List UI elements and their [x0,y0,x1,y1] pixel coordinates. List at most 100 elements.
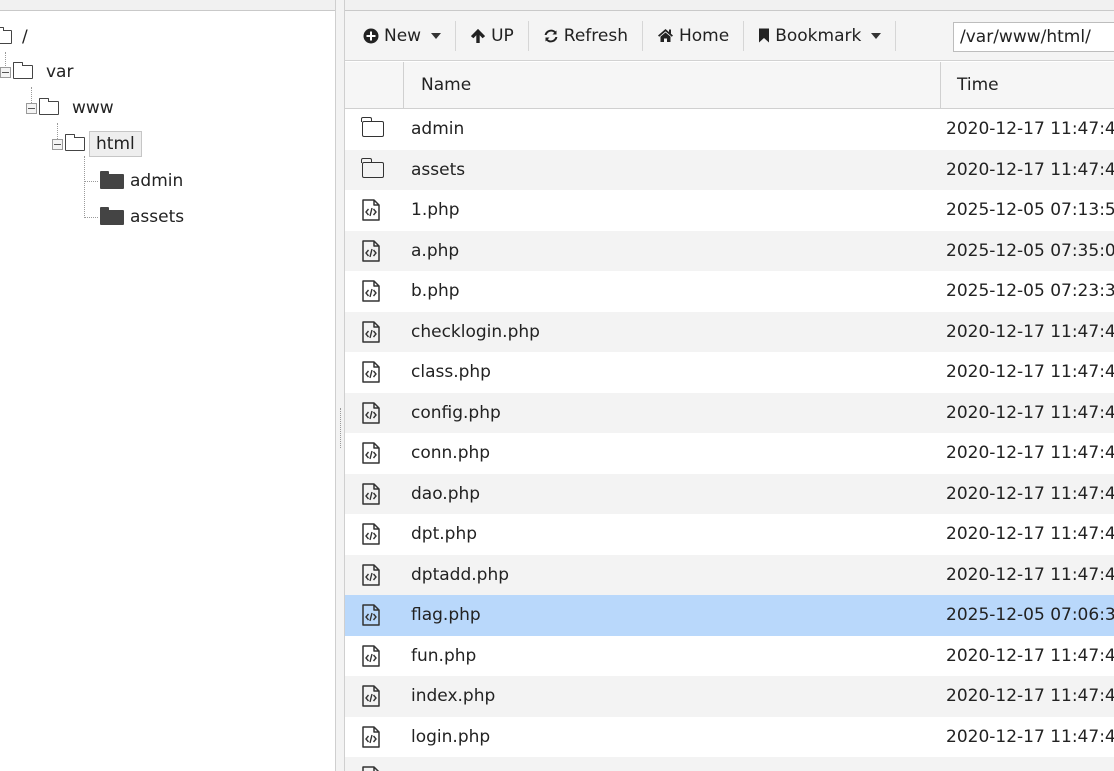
tree-node-label: / [22,27,28,47]
table-row[interactable]: dptadd.php 2020-12-17 11:47:4 [345,554,1114,595]
table-row-selected[interactable]: flag.php 2025-12-05 07:06:3 [345,595,1114,636]
home-button-label: Home [679,25,730,46]
collapse-toggle-icon[interactable] [0,66,11,78]
file-time: 2020-12-17 11:47:4 [946,443,1114,463]
tree-node-label: assets [130,207,185,227]
file-name: dptadd.php [411,564,510,585]
table-row[interactable]: login.php 2020-12-17 11:47:4 [345,717,1114,758]
table-row[interactable]: a.php 2025-12-05 07:35:0 [345,230,1114,271]
file-time: 2020-12-17 11:47:4 [946,726,1114,747]
code-file-icon [362,482,380,510]
table-row[interactable]: config.php 2020-12-17 11:47:4 [345,392,1114,433]
tree-connector [84,217,98,218]
home-button[interactable]: Home [647,17,739,55]
file-name: index.php [411,686,496,706]
file-time: 2020-12-17 11:47:4 [946,321,1114,342]
column-header-name[interactable]: Name [404,62,941,109]
file-name: a.php [411,240,460,261]
tree-node-admin[interactable]: admin [100,168,189,194]
file-time: 2020-12-17 11:47:4 [946,686,1114,706]
file-name: flag.php [411,605,481,625]
file-name: login.php [411,726,491,747]
file-name: admin [411,119,465,139]
file-time: 2020-12-17 11:47:4 [946,483,1114,504]
file-name: b.php [411,281,460,301]
folder-icon [64,134,85,151]
code-file-icon [362,280,380,307]
refresh-button-label: Refresh [563,25,628,46]
code-file-icon [362,239,380,267]
file-time: 2020-12-17 11:47:4 [946,159,1114,180]
refresh-button[interactable]: Refresh [533,17,638,55]
path-input[interactable] [953,22,1114,52]
code-file-icon [362,523,380,550]
code-file-icon [362,442,380,469]
table-row[interactable]: 1.php 2025-12-05 07:13:5 [345,190,1114,231]
tree-node-var[interactable]: var [0,59,79,85]
file-name: 1.php [411,200,460,220]
plus-circle-icon [363,28,379,44]
file-name: dpt.php [411,524,478,544]
file-time: 2025-12-05 07:23:3 [946,281,1114,301]
tree-node-html[interactable]: html [52,131,142,157]
column-header-icon [345,62,404,109]
folder-icon [0,27,12,44]
file-pane-header [345,0,1114,11]
bookmark-button-label: Bookmark [775,25,862,46]
table-row[interactable]: index.php 2020-12-17 11:47:4 [345,676,1114,717]
table-row[interactable]: b.php 2025-12-05 07:23:3 [345,271,1114,312]
new-button-label: New [384,25,422,46]
chevron-down-icon [871,32,882,39]
table-row[interactable]: class.php 2020-12-17 11:47:4 [345,352,1114,393]
tree-node-www[interactable]: www [26,95,120,121]
tree-node-label: www [72,98,114,118]
toolbar-divider [895,20,897,51]
file-name: fun.php [411,645,477,666]
collapse-toggle-icon[interactable] [26,102,37,114]
splitter-grip[interactable] [340,408,341,448]
tree-node-assets[interactable]: assets [100,204,190,230]
table-row[interactable]: dao.php 2020-12-17 11:47:4 [345,473,1114,514]
table-row[interactable]: dpt.php 2020-12-17 11:47:4 [345,514,1114,555]
tree-pane-header [0,0,335,11]
folder-solid-icon [100,170,124,189]
tree-connector [84,181,98,182]
code-file-icon [362,604,380,631]
collapse-toggle-icon[interactable] [52,138,63,150]
arrow-up-icon [470,28,486,44]
table-row[interactable]: checklogin.php 2020-12-17 11:47:4 [345,311,1114,352]
code-file-icon [362,725,380,753]
file-time: 2025-12-05 07:06:3 [946,605,1114,625]
table-row-partial[interactable] [345,757,1114,771]
bookmark-button[interactable]: Bookmark [748,17,891,55]
file-name: config.php [411,402,501,423]
tree-node-root[interactable]: / [0,24,34,50]
toolbar-divider [527,20,529,51]
file-time: 2020-12-17 11:47:4 [946,119,1114,139]
code-file-icon [362,401,380,429]
tree-connector [84,156,85,218]
table-row[interactable]: fun.php 2020-12-17 11:47:4 [345,636,1114,677]
tree-node-label: html [89,131,142,157]
tree-node-label: var [46,62,74,82]
table-row[interactable]: conn.php 2020-12-17 11:47:4 [345,433,1114,474]
up-button-label: UP [491,25,514,46]
table-row[interactable]: assets 2020-12-17 11:47:4 [345,149,1114,190]
tree-node-label: admin [130,171,184,191]
table-row[interactable]: admin 2020-12-17 11:47:4 [345,109,1114,150]
toolbar-divider [642,20,643,51]
new-button[interactable]: New [353,17,451,55]
file-name: assets [411,159,466,180]
toolbar-divider [743,20,745,51]
code-file-icon [362,199,380,226]
bookmark-icon [758,28,770,43]
file-time: 2020-12-17 11:47:4 [946,362,1114,382]
grid-header: Name Time [345,62,1114,109]
column-header-time[interactable]: Time [941,62,1114,109]
up-button[interactable]: UP [460,17,524,55]
folder-icon [12,62,33,79]
file-time: 2020-12-17 11:47:4 [946,645,1114,666]
pane-splitter[interactable] [335,0,345,771]
file-name: checklogin.php [411,321,540,342]
file-name: class.php [411,362,491,382]
